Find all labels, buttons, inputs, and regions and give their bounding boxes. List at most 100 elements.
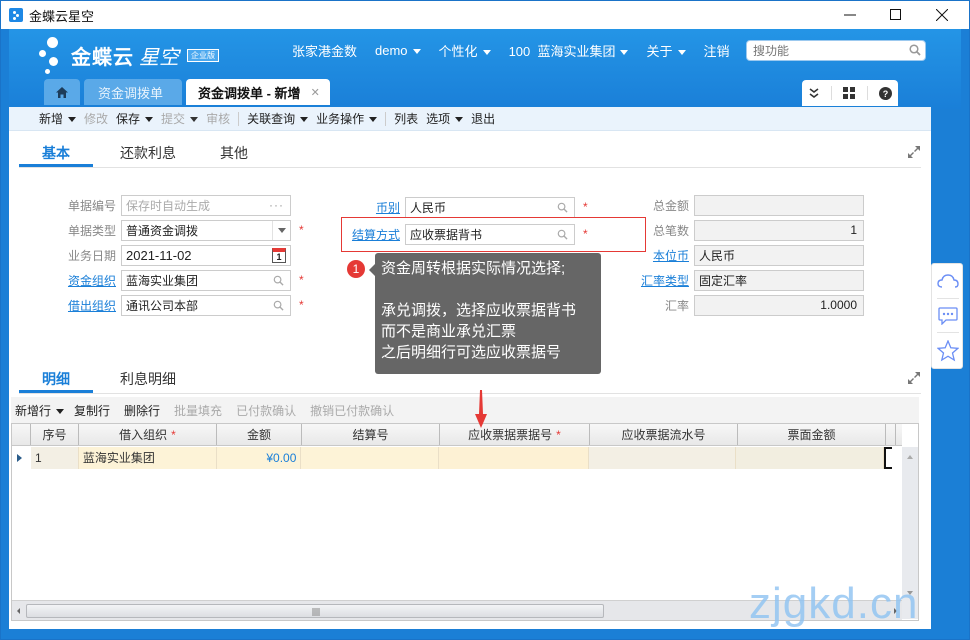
field-rate: 汇率 1.0000 (629, 294, 864, 316)
help-icon[interactable]: ? (879, 86, 893, 100)
top-nav: 张家港金数 demo 个性化 100 蓝海实业集团 关于 注销 (292, 41, 748, 60)
horizontal-scroll-thumb[interactable] (26, 604, 604, 618)
scroll-left-icon[interactable] (14, 601, 24, 621)
annotation-step-badge: 1 (347, 260, 365, 278)
edition-badge: 企业版 (187, 48, 219, 62)
grid-header-face-amount[interactable]: 票面金额 (738, 424, 886, 445)
grid-cancel-confirm-paid[interactable]: 撤销已付款确认 (310, 402, 394, 419)
more-icon[interactable]: ··· (269, 198, 284, 212)
search-icon[interactable] (273, 300, 284, 311)
nav-user-menu[interactable]: demo (375, 43, 421, 58)
collapse-chevrons-icon[interactable] (808, 87, 820, 99)
tab-close-icon[interactable]: ✕ (311, 86, 320, 99)
grid-confirm-paid[interactable]: 已付款确认 (236, 402, 296, 419)
grid-header-serial-no[interactable]: 应收票据流水号 (590, 424, 738, 445)
rate-type-value: 固定汇率 (694, 269, 864, 291)
close-icon (936, 9, 948, 21)
function-search-input[interactable] (753, 43, 903, 58)
toolbar-business-ops[interactable]: 业务操作 (316, 110, 378, 127)
maximize-button[interactable] (873, 1, 919, 29)
table-row[interactable]: 1 蓝海实业集团 ¥0.00 (12, 447, 893, 469)
annotation-arrow-icon (475, 390, 487, 428)
tab-interest-detail[interactable]: 利息明细 (93, 369, 203, 393)
bill-no-input[interactable]: 保存时自动生成 ··· (121, 194, 291, 216)
caret-down-icon (369, 117, 378, 123)
caret-down-icon (300, 117, 309, 123)
toolbar-related-query[interactable]: 关联查询 (247, 110, 309, 127)
lend-org-input[interactable]: 通讯公司本部 (121, 294, 291, 316)
cell-bill-no[interactable] (439, 447, 589, 469)
toolbar-audit[interactable]: 审核 (206, 110, 230, 127)
currency-link[interactable]: 币别 (349, 199, 400, 216)
toolbar-list[interactable]: 列表 (394, 110, 418, 127)
window-title: 金蝶云星空 (29, 8, 95, 24)
nav-personalize-menu[interactable]: 个性化 (439, 41, 491, 60)
nav-company[interactable]: 张家港金数 (292, 41, 357, 60)
grid-batch-fill[interactable]: 批量填充 (174, 402, 222, 419)
tab-other[interactable]: 其他 (204, 143, 264, 167)
nav-about-menu[interactable]: 关于 (646, 41, 686, 60)
cell-amount[interactable]: ¥0.00 (216, 447, 302, 469)
grid-header-borrow-org[interactable]: 借入组织 * (79, 424, 217, 445)
search-icon[interactable] (909, 44, 921, 56)
required-mark: * (299, 298, 304, 312)
grid-header: 序号 借入组织 * 金额 结算号 应收票据票据号 * 应收票据流水号 票面金额 (12, 424, 902, 446)
currency-input[interactable]: 人民币 (405, 196, 575, 218)
nav-logout[interactable]: 注销 (704, 41, 730, 60)
grid-copy-row[interactable]: 复制行 (74, 402, 110, 419)
nav-org-menu[interactable]: 100 蓝海实业集团 (509, 41, 629, 60)
form-tabs: 基本 还款利息 其他 (19, 143, 264, 167)
field-base-currency: 本位币 人民币 (629, 244, 864, 266)
calendar-icon[interactable]: 1 (272, 247, 286, 263)
caret-down-icon (56, 408, 65, 414)
tab-detail[interactable]: 明细 (19, 369, 93, 393)
app-logo-icon (9, 8, 23, 22)
star-icon[interactable] (937, 340, 959, 362)
floating-sidebar (931, 263, 963, 369)
expand-icon[interactable] (907, 145, 921, 159)
toolbar-save[interactable]: 保存 (116, 110, 154, 127)
fund-org-link[interactable]: 资金组织 (59, 272, 116, 289)
tab-fund-transfer-list[interactable]: 资金调拨单 (84, 79, 182, 105)
bill-type-select[interactable]: 普通资金调拨 (121, 219, 291, 241)
lend-org-link[interactable]: 借出组织 (59, 297, 116, 314)
minimize-icon (844, 14, 856, 16)
grid-menu-icon[interactable] (843, 87, 856, 99)
close-window-button[interactable] (919, 1, 965, 29)
cloud-icon[interactable] (937, 274, 959, 290)
grid-header-bill-no[interactable]: 应收票据票据号 * (440, 424, 590, 445)
dropdown-toggle[interactable] (272, 220, 290, 240)
biz-date-input[interactable]: 2021-11-02 1 (121, 244, 291, 266)
caret-down-icon (455, 117, 464, 123)
toolbar-edit[interactable]: 修改 (84, 110, 108, 127)
tab-repayment-interest[interactable]: 还款利息 (93, 143, 204, 167)
scroll-up-icon[interactable] (902, 451, 918, 463)
field-biz-date: 业务日期 2021-11-02 1 (59, 244, 291, 266)
search-icon[interactable] (557, 202, 568, 213)
field-fund-org: 资金组织 蓝海实业集团 * (59, 269, 304, 291)
toolbar-exit[interactable]: 退出 (471, 110, 495, 127)
grid-delete-row[interactable]: 删除行 (124, 402, 160, 419)
cell-settle-no[interactable] (301, 447, 440, 469)
grid-toolbar: 新增行 复制行 删除行 批量填充 已付款确认 撤销已付款确认 (11, 397, 919, 423)
bill-toolbar: 新增 修改 保存 提交 审核 关联查询 业务操作 列表 选项 退出 (9, 107, 931, 131)
tab-home[interactable] (44, 79, 80, 105)
fund-org-input[interactable]: 蓝海实业集团 (121, 269, 291, 291)
grid-add-row[interactable]: 新增行 (15, 402, 65, 419)
toolbar-submit[interactable]: 提交 (161, 110, 199, 127)
cell-borrow-org[interactable]: 蓝海实业集团 (78, 447, 217, 469)
tab-fund-transfer-new[interactable]: 资金调拨单 - 新增 ✕ (186, 79, 330, 105)
rate-type-link[interactable]: 汇率类型 (629, 272, 689, 289)
toolbar-new[interactable]: 新增 (39, 110, 77, 127)
function-search (746, 40, 926, 61)
minimize-button[interactable] (827, 1, 873, 29)
chat-icon[interactable] (938, 307, 958, 325)
grid-header-seq[interactable]: 序号 (31, 424, 79, 445)
expand-icon[interactable] (907, 371, 921, 385)
toolbar-options[interactable]: 选项 (426, 110, 464, 127)
tab-basic[interactable]: 基本 (19, 143, 93, 167)
grid-header-settle-no[interactable]: 结算号 (302, 424, 440, 445)
search-icon[interactable] (273, 275, 284, 286)
rate-value: 1.0000 (694, 294, 864, 316)
grid-header-amount[interactable]: 金额 (217, 424, 302, 445)
